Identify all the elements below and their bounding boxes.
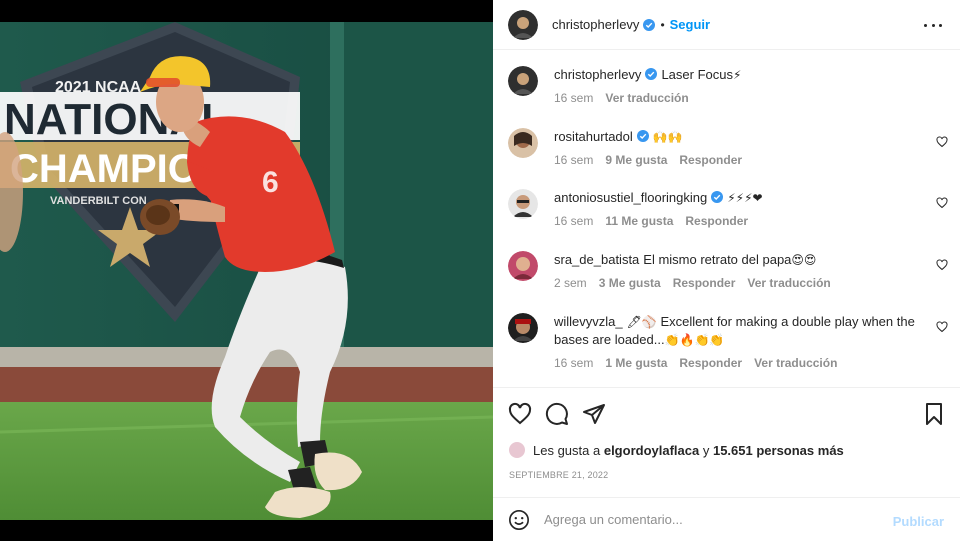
likes-count[interactable]: 15.651 personas más — [713, 443, 844, 458]
commenter-avatar[interactable] — [508, 313, 538, 343]
reply-button[interactable]: Responder — [679, 152, 742, 169]
comment-username[interactable]: rositahurtadol — [554, 129, 633, 144]
comment-emoji: 👏🔥👏👏 — [664, 333, 725, 347]
caption-emoji: ⚡ — [732, 68, 742, 82]
banner-text-3: CHAMPIO — [10, 147, 199, 191]
post-sidebar: christopherlevy • Seguir christopherlevy… — [493, 0, 960, 541]
caption-username[interactable]: christopherlevy — [554, 67, 641, 82]
post-header: christopherlevy • Seguir — [493, 0, 960, 50]
emoji-smile-icon[interactable] — [508, 509, 530, 531]
comment-input[interactable] — [544, 512, 874, 527]
verified-badge-icon — [636, 130, 649, 142]
comment-emoji: ⚡⚡⚡❤ — [727, 191, 763, 205]
likes-summary: Les gusta a elgordoylaflaca y 15.651 per… — [509, 442, 844, 458]
comment-username[interactable]: sra_de_batista — [554, 252, 639, 267]
translate-button[interactable]: Ver traducción — [605, 90, 688, 107]
commenter-avatar[interactable] — [508, 251, 538, 281]
verified-badge-icon — [711, 191, 724, 203]
comment-emoji: 🙌🙌 — [652, 130, 683, 144]
comment-time[interactable]: 2 sem — [554, 275, 587, 292]
comment-time[interactable]: 16 sem — [554, 355, 593, 372]
verified-badge-icon — [643, 18, 656, 31]
comment-like-heart-icon[interactable] — [936, 259, 948, 271]
commenter-avatar[interactable] — [508, 128, 538, 158]
author-avatar[interactable] — [508, 9, 538, 40]
reply-button[interactable]: Responder — [673, 275, 736, 292]
caption-time[interactable]: 16 sem — [554, 90, 593, 107]
reply-button[interactable]: Responder — [679, 355, 742, 372]
comment-emoji: 😍😍 — [791, 253, 817, 267]
post-media: 2021 NCAA NATIONAL CHAMPIO VANDERBILT CO… — [0, 0, 493, 541]
translate-button[interactable]: Ver traducción — [747, 275, 830, 292]
more-options-icon[interactable] — [924, 17, 942, 33]
comment-time[interactable]: 16 sem — [554, 152, 593, 169]
comment-prefix-emoji: 🖊⚾ — [626, 315, 657, 329]
post-photo[interactable]: 2021 NCAA NATIONAL CHAMPIO VANDERBILT CO… — [0, 22, 493, 520]
follow-button[interactable]: Seguir — [670, 17, 710, 32]
comment-likes[interactable]: 3 Me gusta — [599, 275, 661, 292]
commenter-avatar[interactable] — [508, 189, 538, 219]
comment-like-heart-icon[interactable] — [936, 136, 948, 148]
verified-badge-icon — [645, 68, 658, 80]
comment-likes[interactable]: 11 Me gusta — [605, 213, 673, 230]
likes-and: y — [702, 442, 710, 458]
comment-like-heart-icon[interactable] — [936, 321, 948, 333]
jersey-number: 6 — [262, 166, 279, 199]
post-date[interactable]: SEPTIEMBRE 21, 2022 — [509, 470, 608, 480]
author-username[interactable]: christopherlevy — [552, 17, 639, 32]
like-heart-icon[interactable] — [508, 402, 532, 426]
comment-username[interactable]: antoniosustiel_flooringking — [554, 190, 707, 205]
liker-username[interactable]: elgordoylaflaca — [604, 443, 699, 458]
reply-button[interactable]: Responder — [685, 213, 748, 230]
comment-likes[interactable]: 1 Me gusta — [605, 355, 667, 372]
share-send-icon[interactable] — [582, 402, 606, 426]
save-bookmark-icon[interactable] — [922, 402, 946, 426]
comment-username[interactable]: willevyvzla_ — [554, 314, 623, 329]
comment-time[interactable]: 16 sem — [554, 213, 593, 230]
likes-prefix: Les gusta a — [533, 442, 601, 458]
translate-button[interactable]: Ver traducción — [754, 355, 837, 372]
comments-list: christopherlevy Laser Focus⚡ 16 sem Ver t… — [493, 52, 960, 386]
comment-icon[interactable] — [545, 402, 569, 426]
comment-like-heart-icon[interactable] — [936, 197, 948, 209]
separator-dot: • — [660, 17, 665, 32]
post-actions: Les gusta a elgordoylaflaca y 15.651 per… — [493, 387, 960, 497]
caption-text: Laser Focus — [661, 67, 733, 82]
author-avatar[interactable] — [508, 66, 538, 96]
publish-button[interactable]: Publicar — [893, 514, 944, 529]
comment-text: El mismo retrato del papa — [643, 252, 792, 267]
add-comment-bar: Publicar — [493, 497, 960, 541]
liker-avatar[interactable] — [509, 442, 525, 458]
banner-text-4: VANDERBILT CON — [50, 195, 147, 207]
comment-likes[interactable]: 9 Me gusta — [605, 152, 667, 169]
